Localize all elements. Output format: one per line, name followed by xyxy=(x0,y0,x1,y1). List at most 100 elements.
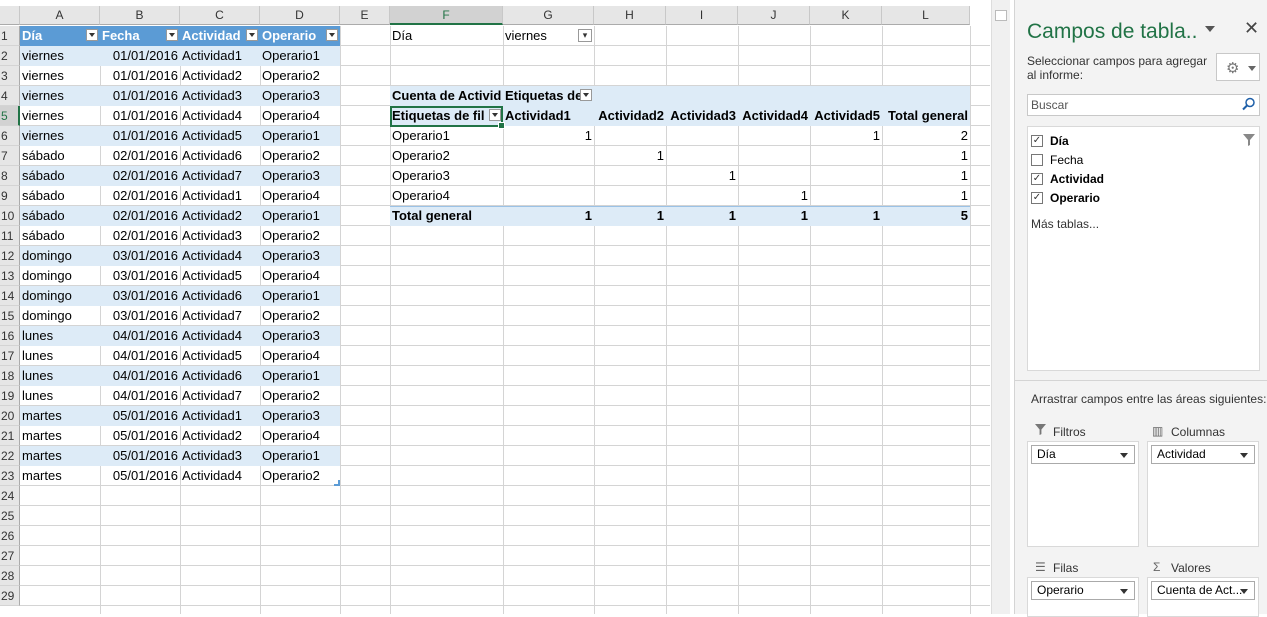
pivot-column-labels-caption[interactable]: Etiquetas de xyxy=(503,86,594,106)
table-cell[interactable]: viernes xyxy=(20,86,100,106)
search-input[interactable]: Buscar xyxy=(1027,94,1260,116)
table-cell[interactable]: 02/01/2016 xyxy=(100,206,180,226)
row-header[interactable]: 16 xyxy=(0,326,20,346)
column-header[interactable]: B xyxy=(100,6,180,25)
table-cell[interactable]: Actividad6 xyxy=(180,366,260,386)
table-cell[interactable]: Operario1 xyxy=(260,206,340,226)
table-cell[interactable]: 02/01/2016 xyxy=(100,146,180,166)
table-cell[interactable]: martes xyxy=(20,406,100,426)
table-cell[interactable]: Actividad6 xyxy=(180,286,260,306)
pivot-value-cell[interactable]: 1 xyxy=(503,126,594,146)
table-cell[interactable]: Actividad4 xyxy=(180,466,260,486)
pivot-grand-total-cell[interactable]: 5 xyxy=(882,206,970,226)
table-cell[interactable]: 04/01/2016 xyxy=(100,346,180,366)
pivot-column-header[interactable]: Actividad4 xyxy=(738,106,810,126)
table-cell[interactable]: Actividad3 xyxy=(180,446,260,466)
table-cell[interactable]: Actividad7 xyxy=(180,306,260,326)
table-cell[interactable]: Operario2 xyxy=(260,146,340,166)
table-cell[interactable]: viernes xyxy=(20,66,100,86)
table-cell[interactable]: Operario1 xyxy=(260,286,340,306)
pivot-filter-value[interactable]: viernes ▾ xyxy=(503,26,594,46)
table-cell[interactable]: Operario3 xyxy=(260,86,340,106)
filter-dropdown-button[interactable] xyxy=(246,29,258,41)
vertical-scrollbar[interactable] xyxy=(991,0,1010,614)
table-cell[interactable]: Operario2 xyxy=(260,306,340,326)
pivot-value-cell[interactable] xyxy=(738,126,810,146)
pivot-row-label[interactable]: Operario3 xyxy=(390,166,503,186)
pivot-row-label[interactable]: Operario1 xyxy=(390,126,503,146)
table-cell[interactable]: Operario2 xyxy=(260,386,340,406)
table-cell[interactable]: sábado xyxy=(20,186,100,206)
table-cell[interactable]: Actividad3 xyxy=(180,86,260,106)
table-cell[interactable]: Actividad5 xyxy=(180,126,260,146)
table-cell[interactable]: 05/01/2016 xyxy=(100,426,180,446)
rows-area[interactable]: Operario xyxy=(1027,577,1139,617)
table-cell[interactable]: domingo xyxy=(20,266,100,286)
table-cell[interactable]: Operario1 xyxy=(260,446,340,466)
row-header[interactable]: 22 xyxy=(0,446,20,466)
pivot-grand-total-cell[interactable]: 1 xyxy=(738,206,810,226)
row-header[interactable]: 3 xyxy=(0,66,20,86)
table-cell[interactable]: viernes xyxy=(20,106,100,126)
row-header[interactable]: 12 xyxy=(0,246,20,266)
table-cell[interactable]: domingo xyxy=(20,246,100,266)
pivot-grand-total-cell[interactable]: 1 xyxy=(810,206,882,226)
table-cell[interactable]: Operario4 xyxy=(260,106,340,126)
column-header[interactable]: A xyxy=(20,6,100,25)
row-header[interactable]: 2 xyxy=(0,46,20,66)
row-header[interactable]: 6 xyxy=(0,126,20,146)
row-header[interactable]: 4 xyxy=(0,86,20,106)
pivot-value-cell[interactable] xyxy=(666,126,738,146)
values-area[interactable]: Cuenta de Act... xyxy=(1147,577,1259,617)
table-cell[interactable]: Actividad7 xyxy=(180,386,260,406)
table-cell[interactable]: Actividad6 xyxy=(180,146,260,166)
table-cell[interactable]: 01/01/2016 xyxy=(100,106,180,126)
row-header[interactable]: 23 xyxy=(0,466,20,486)
row-header[interactable]: 20 xyxy=(0,406,20,426)
pivot-value-cell[interactable] xyxy=(594,186,666,206)
panel-options-chevron-icon[interactable] xyxy=(1205,26,1215,32)
pivot-column-header[interactable]: Total general xyxy=(882,106,970,126)
row-header[interactable]: 19 xyxy=(0,386,20,406)
more-tables-link[interactable]: Más tablas... xyxy=(1031,217,1099,231)
pivot-row-label[interactable]: Operario2 xyxy=(390,146,503,166)
pivot-value-cell[interactable] xyxy=(503,146,594,166)
pivot-value-cell[interactable]: 2 xyxy=(882,126,970,146)
column-labels-dropdown-button[interactable] xyxy=(580,89,592,101)
table-cell[interactable]: lunes xyxy=(20,386,100,406)
pivot-value-cell[interactable] xyxy=(810,186,882,206)
pivot-value-cell[interactable] xyxy=(666,146,738,166)
pivot-value-cell[interactable]: 1 xyxy=(882,186,970,206)
pivot-value-cell[interactable]: 1 xyxy=(594,146,666,166)
table-cell[interactable]: sábado xyxy=(20,146,100,166)
row-header[interactable]: 28 xyxy=(0,566,20,586)
table-cell[interactable]: Actividad1 xyxy=(180,186,260,206)
field-item[interactable]: ✓ Día xyxy=(1031,132,1231,150)
row-header[interactable]: 29 xyxy=(0,586,20,606)
pivot-value-cell[interactable] xyxy=(738,166,810,186)
table-cell[interactable]: martes xyxy=(20,446,100,466)
table-cell[interactable]: Actividad4 xyxy=(180,246,260,266)
row-header[interactable]: 24 xyxy=(0,486,20,506)
pivot-value-cell[interactable]: 1 xyxy=(882,146,970,166)
field-checkbox[interactable]: ✓ xyxy=(1031,135,1043,147)
tools-button[interactable]: ⚙ xyxy=(1216,53,1260,81)
table-cell[interactable]: martes xyxy=(20,466,100,486)
row-header[interactable]: 8 xyxy=(0,166,20,186)
field-item[interactable]: ✓ Operario xyxy=(1031,189,1231,207)
pivot-value-cell[interactable] xyxy=(738,146,810,166)
pivot-value-cell[interactable] xyxy=(810,166,882,186)
close-icon[interactable]: ✕ xyxy=(1244,18,1259,39)
table-cell[interactable]: Actividad5 xyxy=(180,266,260,286)
row-header[interactable]: 17 xyxy=(0,346,20,366)
scrollbar-thumb[interactable] xyxy=(995,10,1007,21)
row-header[interactable]: 10 xyxy=(0,206,20,226)
table-resize-handle[interactable] xyxy=(334,480,340,486)
table-cell[interactable]: Actividad1 xyxy=(180,406,260,426)
table-cell[interactable]: Actividad2 xyxy=(180,426,260,446)
table-cell[interactable]: martes xyxy=(20,426,100,446)
table-cell[interactable]: 03/01/2016 xyxy=(100,246,180,266)
table-cell[interactable]: domingo xyxy=(20,286,100,306)
table-cell[interactable]: Operario1 xyxy=(260,46,340,66)
table-cell[interactable]: Actividad2 xyxy=(180,66,260,86)
